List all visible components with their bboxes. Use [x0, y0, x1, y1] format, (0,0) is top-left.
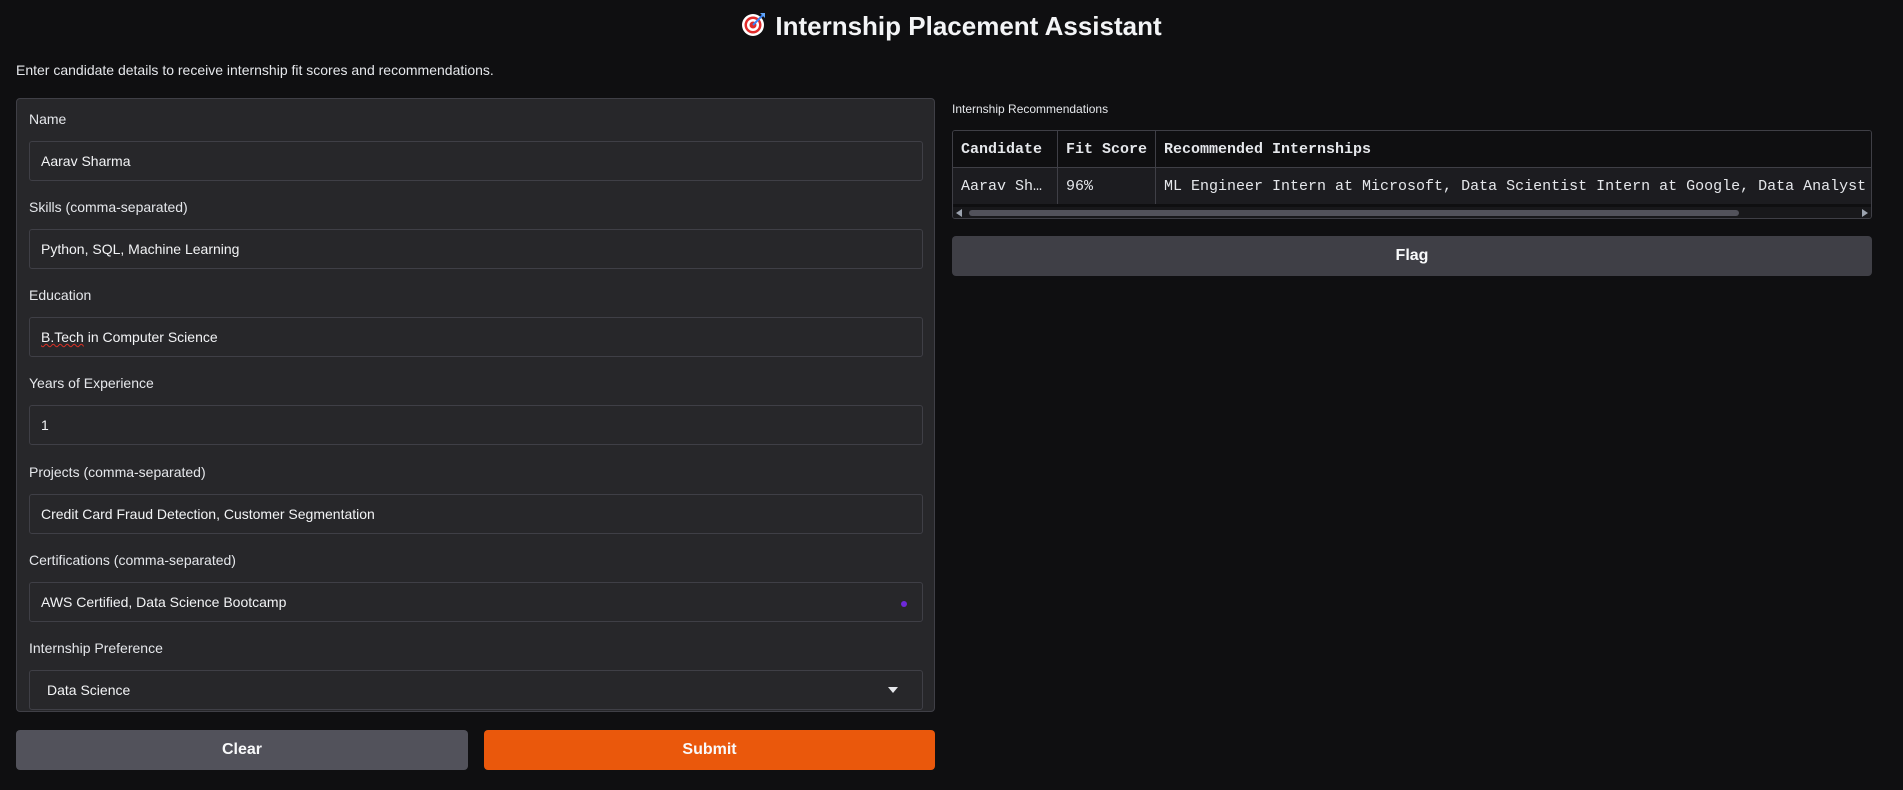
experience-field: Years of Experience 1 — [29, 373, 923, 445]
cell-recommended-internships[interactable]: ML Engineer Intern at Microsoft, Data Sc… — [1155, 167, 1871, 204]
recommendations-table: Candidate Fit Score Recommended Internsh… — [952, 130, 1872, 219]
certifications-input-value: AWS Certified, Data Science Bootcamp — [41, 594, 287, 610]
certifications-field: Certifications (comma-separated) AWS Cer… — [29, 550, 923, 622]
preference-selected-value: Data Science — [47, 682, 131, 698]
flag-button[interactable]: Flag — [952, 236, 1872, 276]
experience-label: Years of Experience — [29, 375, 154, 391]
table-header-row: Candidate Fit Score Recommended Internsh… — [953, 131, 1871, 168]
grammar-extension-icon[interactable] — [901, 601, 907, 607]
certifications-label: Certifications (comma-separated) — [29, 552, 236, 568]
projects-field: Projects (comma-separated) Credit Card F… — [29, 462, 923, 534]
skills-input-value: Python, SQL, Machine Learning — [41, 241, 240, 257]
cell-fit-score[interactable]: 96% — [1057, 167, 1157, 204]
scrollbar-thumb[interactable] — [969, 210, 1739, 216]
submit-button[interactable]: Submit — [484, 730, 935, 770]
experience-input[interactable]: 1 — [29, 405, 923, 445]
preference-dropdown[interactable]: Data Science — [29, 670, 923, 710]
education-input[interactable]: B.Tech in Computer Science — [29, 317, 923, 357]
preference-label: Internship Preference — [29, 640, 163, 656]
skills-input[interactable]: Python, SQL, Machine Learning — [29, 229, 923, 269]
name-field: Name Aarav Sharma — [29, 109, 923, 181]
skills-label: Skills (comma-separated) — [29, 199, 188, 215]
preference-field: Internship Preference Data Science — [29, 638, 923, 710]
projects-label: Projects (comma-separated) — [29, 464, 206, 480]
table-row: Aarav Sha… 96% ML Engineer Intern at Mic… — [953, 167, 1871, 204]
name-input[interactable]: Aarav Sharma — [29, 141, 923, 181]
output-label: Internship Recommendations — [952, 102, 1109, 116]
clear-button[interactable]: Clear — [16, 730, 468, 770]
certifications-input[interactable]: AWS Certified, Data Science Bootcamp — [29, 582, 923, 622]
column-header-fit-score[interactable]: Fit Score — [1057, 131, 1157, 168]
projects-input-value: Credit Card Fraud Detection, Customer Se… — [41, 506, 375, 522]
spellcheck-flagged-word: B.Tech — [41, 329, 84, 345]
education-label: Education — [29, 287, 92, 303]
cell-candidate[interactable]: Aarav Sha… — [953, 167, 1058, 204]
name-input-value: Aarav Sharma — [41, 153, 131, 169]
projects-input[interactable]: Credit Card Fraud Detection, Customer Se… — [29, 494, 923, 534]
experience-input-value: 1 — [41, 417, 49, 433]
education-field: Education B.Tech in Computer Science — [29, 285, 923, 357]
name-label: Name — [29, 111, 67, 127]
education-input-value: in Computer Science — [83, 329, 218, 345]
target-dart-icon — [741, 10, 767, 46]
page-title-text: Internship Placement Assistant — [775, 11, 1162, 41]
scroll-left-arrow-icon[interactable] — [956, 209, 962, 217]
column-header-recommended-internships[interactable]: Recommended Internships — [1155, 131, 1871, 168]
page-subtitle: Enter candidate details to receive inter… — [16, 62, 494, 78]
horizontal-scrollbar[interactable] — [953, 207, 1871, 218]
chevron-down-icon[interactable] — [888, 687, 898, 693]
page-title: Internship Placement Assistant — [0, 8, 1903, 44]
candidate-form: Name Aarav Sharma Skills (comma-separate… — [16, 98, 935, 712]
column-header-candidate[interactable]: Candidate — [953, 131, 1058, 168]
scroll-right-arrow-icon[interactable] — [1862, 209, 1868, 217]
skills-field: Skills (comma-separated) Python, SQL, Ma… — [29, 197, 923, 269]
